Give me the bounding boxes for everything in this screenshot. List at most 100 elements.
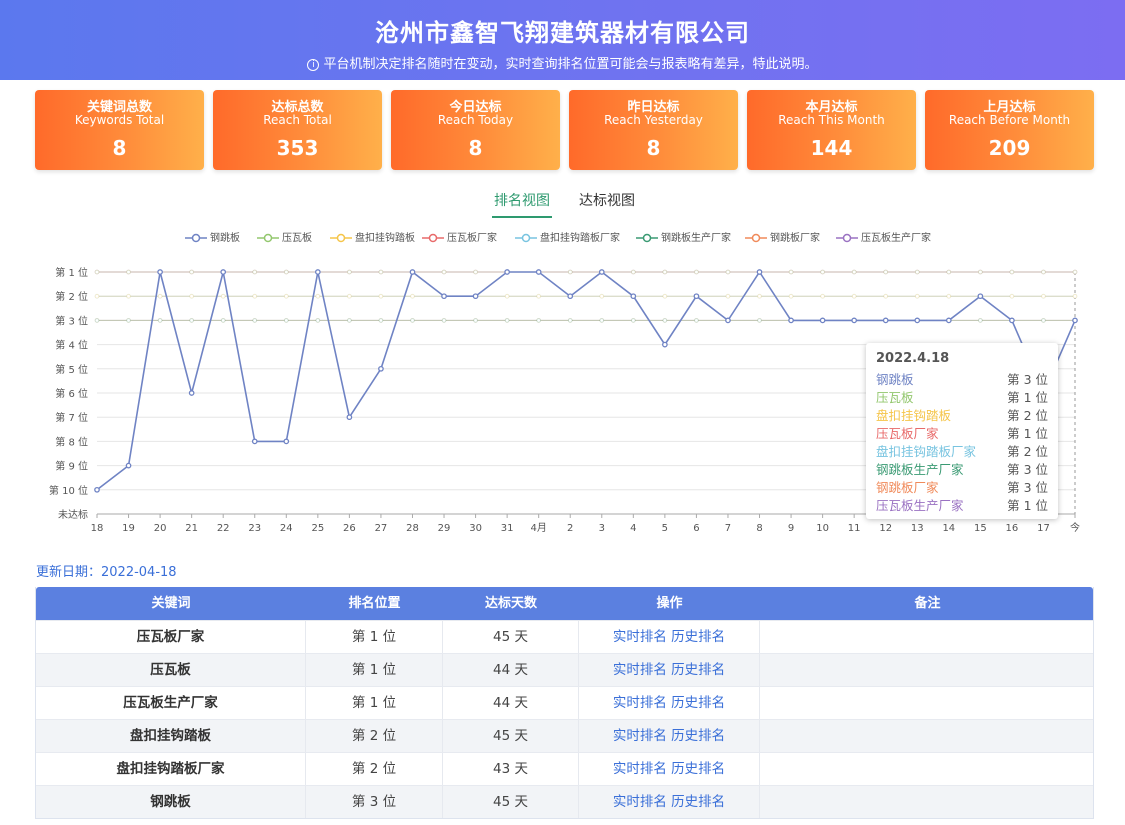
data-point xyxy=(283,293,289,299)
data-point xyxy=(535,269,542,275)
data-point xyxy=(757,293,762,299)
stat-reach-today: 今日达标 Reach Today 8 xyxy=(391,90,560,170)
x-tick-label: 30 xyxy=(469,523,482,534)
data-point xyxy=(252,293,258,299)
operation-cell: 实时排名 历史排名 xyxy=(579,720,760,752)
info-icon: i xyxy=(307,59,320,71)
stat-value: 8 xyxy=(468,136,483,160)
history-rank-link[interactable]: 历史排名 xyxy=(671,629,725,645)
data-point xyxy=(1009,269,1015,275)
data-point xyxy=(1041,269,1046,275)
stat-value: 209 xyxy=(988,136,1031,160)
update-value: 2022-04-18 xyxy=(101,565,177,580)
col-note: 备注 xyxy=(914,596,941,611)
data-point xyxy=(94,486,100,493)
legend-item[interactable]: 压瓦板厂家 xyxy=(422,231,497,247)
data-point xyxy=(725,269,731,275)
stat-reach-this-month: 本月达标 Reach This Month 144 xyxy=(747,90,916,170)
data-point xyxy=(157,269,163,275)
x-tick-label: 9 xyxy=(788,523,794,534)
data-point xyxy=(1041,318,1046,323)
data-point xyxy=(851,293,857,299)
realtime-rank-link[interactable]: 实时排名 xyxy=(613,695,667,711)
keyword-cell: 盘扣挂钩踏板厂家 xyxy=(36,753,306,785)
history-rank-link[interactable]: 历史排名 xyxy=(671,695,725,711)
stat-value: 353 xyxy=(276,136,319,160)
data-point xyxy=(1009,293,1015,299)
data-point xyxy=(1072,317,1078,324)
tooltip-series-name: 压瓦板厂家 xyxy=(876,426,939,441)
x-tick-label: 5 xyxy=(662,523,668,534)
data-point xyxy=(978,318,983,323)
tooltip-series-value: 第 1 位 xyxy=(1007,390,1048,405)
note-cell xyxy=(760,753,1095,785)
realtime-rank-link[interactable]: 实时排名 xyxy=(613,629,667,645)
tooltip-series-value: 第 3 位 xyxy=(1007,480,1048,495)
ranking-notice: i 平台机制决定排名随时在变动，实时查询排名位置可能会与报表略有差异，特此说明。 xyxy=(0,53,1125,72)
data-point xyxy=(883,269,889,275)
legend-item[interactable]: 钢跳板厂家 xyxy=(745,231,820,247)
data-point xyxy=(378,269,384,275)
data-point xyxy=(694,318,699,323)
tab-rank-view[interactable]: 排名视图 xyxy=(492,190,552,218)
data-point xyxy=(347,318,352,323)
keyword-table: 关键词 排名位置 达标天数 操作 备注 压瓦板厂家第 1 位 45 天实时排名 历… xyxy=(35,587,1094,819)
data-point xyxy=(189,293,194,299)
days-cell: 45 天 xyxy=(443,621,579,653)
stat-label-en: Keywords Total xyxy=(74,113,165,127)
keyword-cell: 盘扣挂钩踏板 xyxy=(36,720,306,752)
x-tick-label: 22 xyxy=(217,523,230,534)
legend-item[interactable]: 压瓦板 xyxy=(257,231,312,247)
data-point xyxy=(283,318,289,323)
data-point xyxy=(410,318,415,323)
data-point xyxy=(599,318,605,323)
data-point xyxy=(378,318,384,323)
legend-item[interactable]: 盘扣挂钩踏板厂家 xyxy=(515,231,620,247)
data-point xyxy=(694,269,699,275)
stat-label-en: Reach This Month xyxy=(778,113,885,127)
legend-label: 压瓦板厂家 xyxy=(447,233,497,244)
company-title: 沧州市鑫智飞翔建筑器材有限公司 xyxy=(375,19,750,47)
legend-marker-icon xyxy=(257,233,279,243)
x-tick-label: 6 xyxy=(693,523,699,534)
legend-item[interactable]: 压瓦板生产厂家 xyxy=(836,231,931,247)
legend-marker-icon xyxy=(330,233,352,243)
realtime-rank-link[interactable]: 实时排名 xyxy=(613,728,667,744)
data-point xyxy=(662,293,668,299)
legend-item[interactable]: 盘扣挂钩踏板 xyxy=(330,231,415,247)
col-operation: 操作 xyxy=(656,596,683,611)
stat-value: 144 xyxy=(810,136,853,160)
legend-item[interactable]: 钢跳板 xyxy=(185,231,240,247)
data-point xyxy=(662,318,668,323)
data-point xyxy=(1072,293,1078,299)
data-point xyxy=(662,341,668,348)
x-tick-label: 15 xyxy=(974,523,987,534)
x-tick-label: 20 xyxy=(154,523,167,534)
realtime-rank-link[interactable]: 实时排名 xyxy=(613,794,667,810)
data-point xyxy=(125,462,132,469)
history-rank-link[interactable]: 历史排名 xyxy=(671,728,725,744)
stat-value: 8 xyxy=(646,136,661,160)
history-rank-link[interactable]: 历史排名 xyxy=(671,761,725,777)
data-point xyxy=(378,365,384,372)
data-point xyxy=(441,318,447,323)
y-tick-label: 第 8 位 xyxy=(55,435,88,448)
history-rank-link[interactable]: 历史排名 xyxy=(671,794,725,810)
legend-item[interactable]: 钢跳板生产厂家 xyxy=(636,231,731,247)
data-point xyxy=(220,269,227,275)
x-tick-label: 4 xyxy=(630,523,636,534)
realtime-rank-link[interactable]: 实时排名 xyxy=(613,761,667,777)
legend-label: 钢跳板生产厂家 xyxy=(661,233,731,244)
tab-reach-view[interactable]: 达标视图 xyxy=(576,190,638,218)
x-tick-label: 18 xyxy=(91,523,104,534)
table-row: 盘扣挂钩踏板第 2 位 45 天实时排名 历史排名 xyxy=(36,719,1093,752)
data-point xyxy=(882,317,889,324)
stat-reach-total: 达标总数 Reach Total 353 xyxy=(213,90,382,170)
stats-row: 关键词总数 Keywords Total 8 达标总数 Reach Total … xyxy=(35,90,1094,170)
realtime-rank-link[interactable]: 实时排名 xyxy=(613,662,667,678)
legend-label: 盘扣挂钩踏板厂家 xyxy=(540,233,620,244)
data-point xyxy=(94,293,100,299)
x-tick-label: 31 xyxy=(501,523,514,534)
history-rank-link[interactable]: 历史排名 xyxy=(671,662,725,678)
legend-label: 压瓦板 xyxy=(282,233,312,244)
